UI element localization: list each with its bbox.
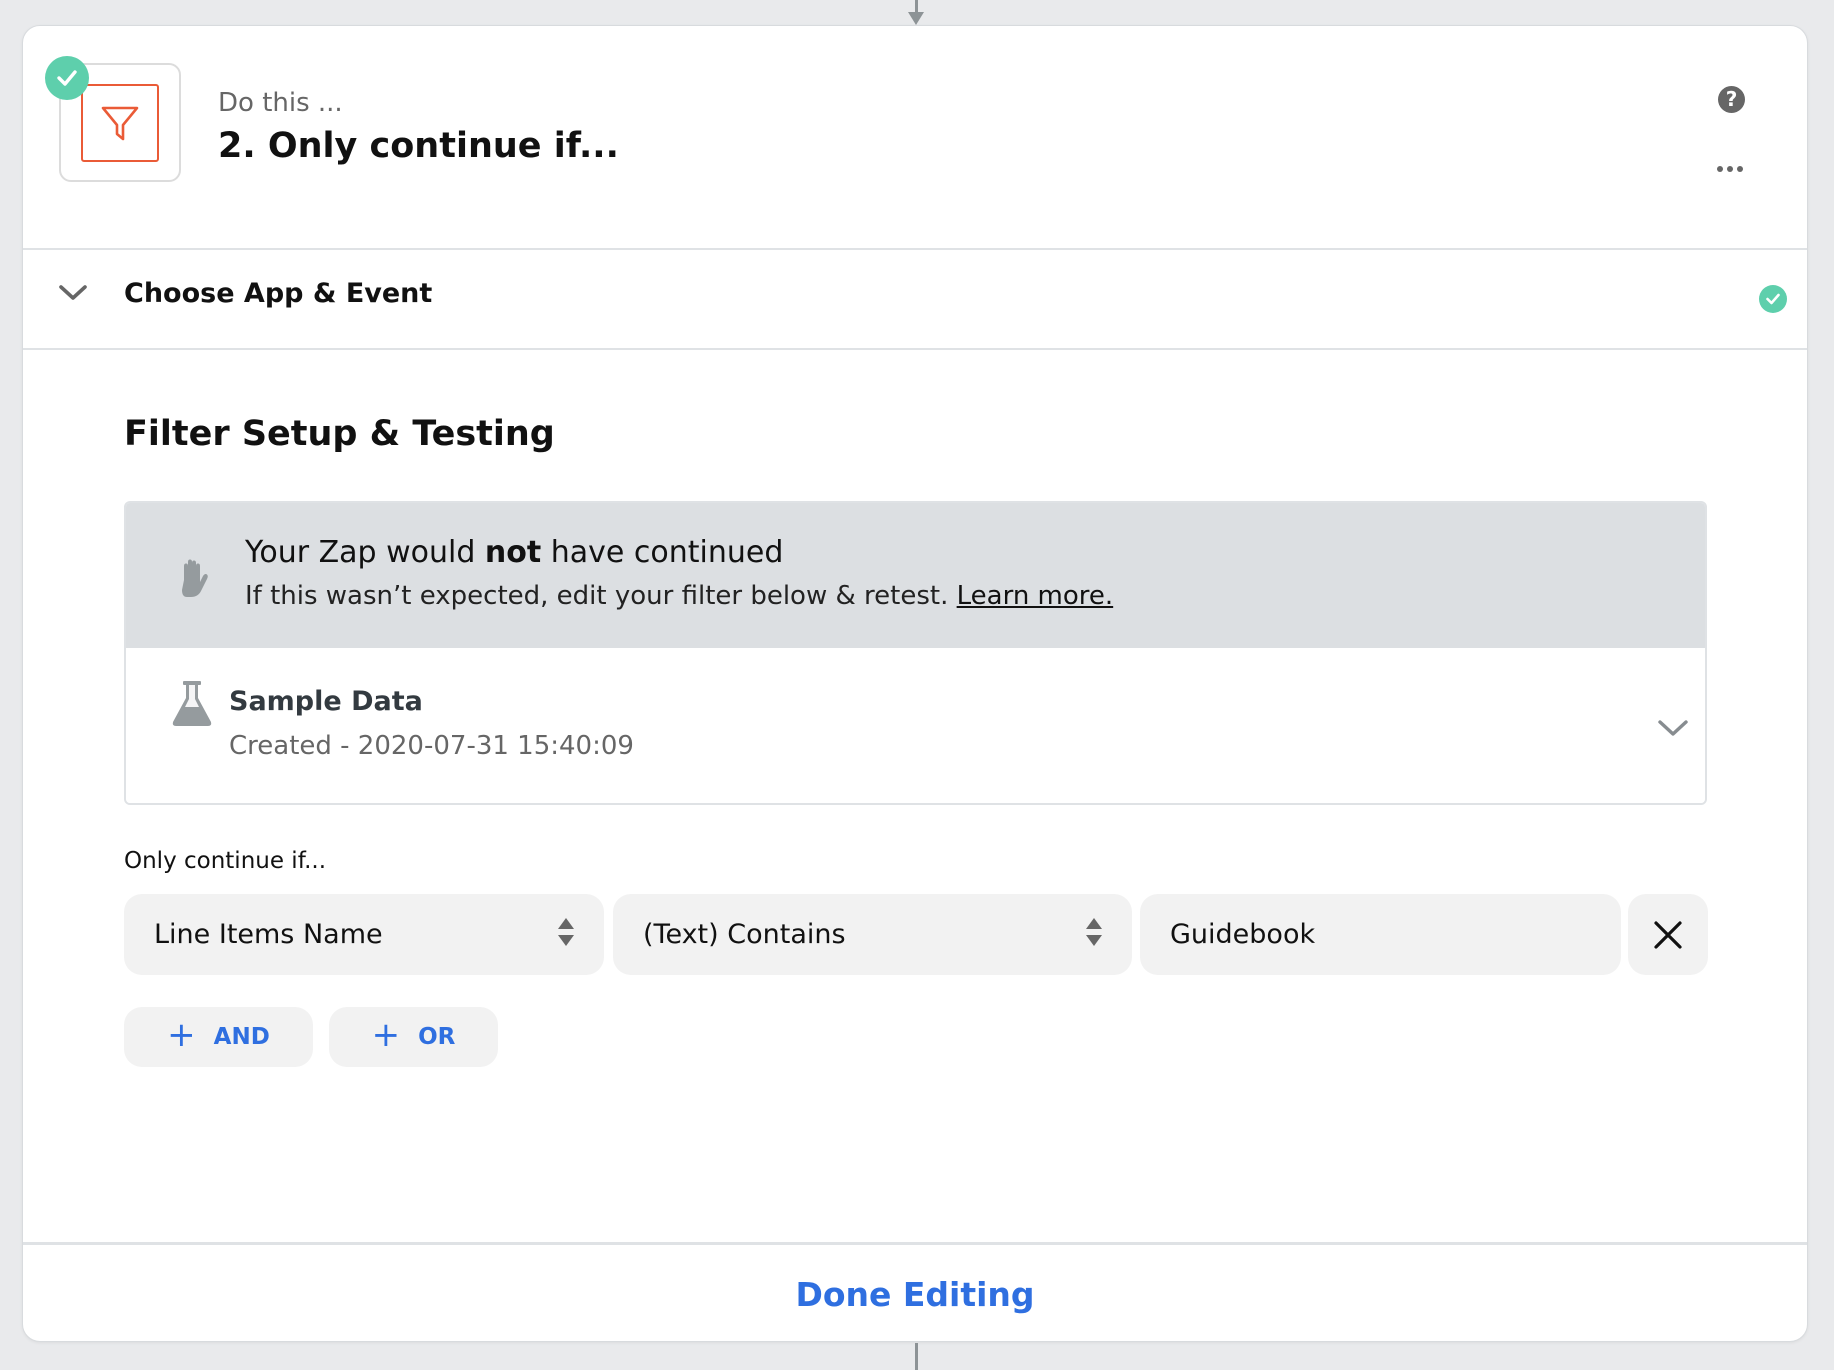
checkmark-icon [57,70,77,86]
select-arrows-icon [1086,918,1102,946]
card-footer: Done Editing [23,1242,1807,1341]
remove-condition-button[interactable] [1628,894,1708,975]
alert-title: Your Zap would not have continued [245,535,784,570]
field-select-value: Line Items Name [154,919,383,950]
close-icon [1654,920,1682,949]
section-complete-badge [1759,285,1787,313]
sample-data-created: Created - 2020-07-31 15:40:09 [229,731,634,761]
filter-funnel-icon [101,106,139,141]
connector-line-bottom [915,1343,918,1370]
and-label: AND [213,1024,270,1050]
add-or-condition-button[interactable]: + OR [329,1007,498,1067]
section-title: Choose App & Event [124,278,433,309]
more-options-icon[interactable] [1717,166,1747,176]
value-input[interactable]: Guidebook [1140,894,1621,975]
step-title: 2. Only continue if... [218,126,619,166]
filter-rule-label: Only continue if... [124,848,327,874]
value-input-text: Guidebook [1170,919,1316,950]
filter-section-title: Filter Setup & Testing [124,414,555,454]
operator-select[interactable]: (Text) Contains [613,894,1132,975]
connector-arrow-icon [908,12,924,25]
select-arrows-icon [558,918,574,946]
checkmark-icon [1766,293,1780,305]
sample-data-row[interactable]: Sample Data Created - 2020-07-31 15:40:0… [126,648,1705,803]
chevron-down-icon[interactable] [57,282,89,304]
add-and-condition-button[interactable]: + AND [124,1007,313,1067]
flask-icon [172,681,212,726]
test-result-panel: Your Zap would not have continued If thi… [124,501,1707,805]
done-editing-button[interactable]: Done Editing [23,1275,1807,1314]
or-label: OR [418,1024,456,1050]
hand-stop-icon [182,559,208,597]
help-icon[interactable]: ? [1718,86,1745,113]
alert-message: If this wasn’t expected, edit your filte… [245,581,1114,611]
step-header: Do this ... 2. Only continue if... ? [23,26,1807,250]
step-eyebrow: Do this ... [218,88,343,118]
step-card: Do this ... 2. Only continue if... ? Cho… [22,25,1808,1342]
learn-more-link[interactable]: Learn more. [957,581,1114,611]
step-complete-badge [45,56,89,100]
filter-result-alert: Your Zap would not have continued If thi… [126,503,1705,648]
operator-select-value: (Text) Contains [643,919,846,950]
field-select[interactable]: Line Items Name [124,894,604,975]
sample-data-title: Sample Data [229,686,423,717]
choose-app-event-section[interactable]: Choose App & Event [23,248,1807,350]
plus-icon: + [167,1015,196,1055]
chevron-down-icon[interactable] [1656,718,1690,740]
plus-icon: + [371,1015,401,1055]
